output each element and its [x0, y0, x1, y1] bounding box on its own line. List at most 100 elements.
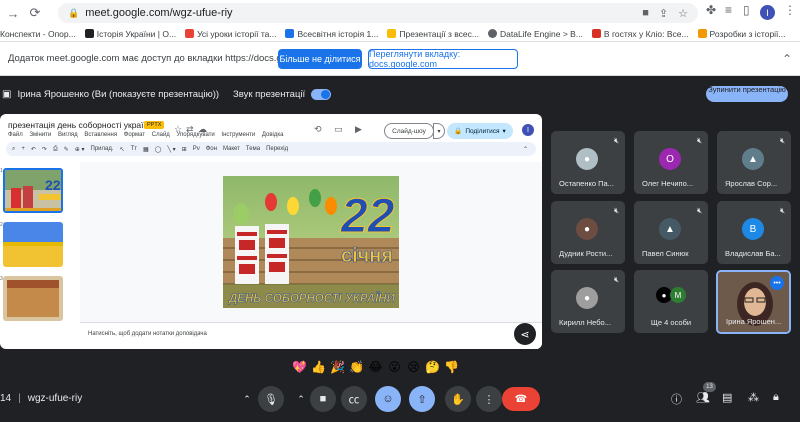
more-options-button[interactable]: ⋮ [476, 386, 502, 412]
activities-icon[interactable]: ⁂ [748, 391, 759, 404]
bookmark-item[interactable]: Історія України | О... [84, 29, 176, 39]
chat-icon[interactable]: ▤ [722, 391, 732, 404]
slides-share-button[interactable]: 🔒 Поділитися ▾ [447, 123, 513, 139]
zoom-icon[interactable]: ⊕ ▾ [75, 146, 85, 153]
bookmark-item[interactable]: В гостях у Кліо: Все... [591, 29, 689, 39]
slide-thumbnail-2[interactable] [3, 222, 63, 267]
participant-tile[interactable]: 🔇︎ O Олег Нечипо... [634, 131, 708, 194]
audio-options-icon[interactable]: ⌃ [240, 392, 254, 406]
line-icon[interactable]: ╲ ▾ [167, 146, 175, 153]
speaker-notes[interactable]: Натисніть, щоб додати нотатки доповідача [80, 322, 542, 349]
hide-bar-icon[interactable]: ⌃ [782, 52, 792, 66]
reaction-sad[interactable]: 😢 [404, 357, 423, 376]
menu-icon[interactable]: ⋮ [784, 3, 796, 17]
share-fab-icon[interactable]: ⋖ [514, 323, 536, 345]
menu-help[interactable]: Довідка [262, 132, 284, 138]
present-button[interactable]: ⇧ [409, 386, 435, 412]
comment-icon[interactable]: ⊞ [182, 146, 187, 153]
zoom-fit-label[interactable]: Прилад. [91, 146, 114, 152]
toolbar-collapse-icon[interactable]: ⌃ [523, 146, 528, 153]
microphone-button[interactable]: 🎙︎ [258, 386, 284, 412]
background-button[interactable]: Фон [206, 146, 217, 152]
participant-tile[interactable]: 🔇︎ ● Остапенко Па... [551, 131, 625, 194]
stop-sharing-button[interactable]: Більше не ділитися [278, 49, 362, 69]
share-page-icon[interactable]: ⇪ [659, 7, 668, 20]
media-icon[interactable]: ≡ [725, 3, 732, 17]
menu-slide[interactable]: Слайд [152, 132, 170, 138]
people-icon[interactable]: 👥︎ [696, 391, 710, 404]
extensions-icon[interactable]: ✤ [706, 3, 716, 17]
shape-icon[interactable]: ◯ [155, 146, 162, 153]
profile-avatar[interactable]: I [760, 5, 775, 20]
menu-format[interactable]: Формат [124, 132, 145, 138]
participant-tile[interactable]: 🔇︎ ● Кирилл Небо... [551, 270, 625, 333]
video-call-icon[interactable]: ▶ [355, 124, 362, 135]
bookmark-star-icon[interactable]: ☆ [678, 7, 688, 20]
participant-tile[interactable]: 🔇︎ ● Дудник Рости... [551, 201, 625, 264]
reaction-thumbs-down[interactable]: 👎 [442, 357, 461, 376]
comments-icon[interactable]: ▭ [334, 124, 343, 135]
bookmark-item[interactable]: Розробки з історії... [697, 29, 786, 39]
undo-icon[interactable]: ↶ [31, 146, 36, 153]
forward-icon[interactable]: → [2, 2, 24, 24]
menu-edit[interactable]: Змінити [29, 132, 51, 138]
side-panel-icon[interactable]: ▯ [743, 3, 750, 17]
lock-icon[interactable]: 🔒 [68, 8, 79, 19]
switch-to-tab-button[interactable]: Переглянути вкладку: docs.google.com [368, 49, 518, 69]
self-tile[interactable]: ••• Ірина Ярошен... [716, 270, 791, 334]
meeting-details-icon[interactable]: ⓘ [671, 391, 682, 407]
menu-insert[interactable]: Вставлення [84, 132, 117, 138]
image-icon[interactable]: ▦ [143, 146, 149, 153]
slideshow-dropdown-icon[interactable]: ▾ [433, 123, 445, 139]
format-options-icon[interactable]: Рν [193, 146, 200, 152]
menu-arrange[interactable]: Упорядкувати [176, 132, 214, 138]
participant-tile[interactable]: 🔇︎ ▲ Ярослав Сор... [717, 131, 791, 194]
participant-tile[interactable]: 🔇︎ B Владислав Ба... [717, 201, 791, 264]
slide-thumbnail-3[interactable] [3, 276, 63, 321]
theme-button[interactable]: Тема [246, 146, 260, 152]
select-icon[interactable]: ↖ [120, 146, 125, 153]
reaction-thumbs-up[interactable]: 👍 [309, 357, 328, 376]
menu-view[interactable]: Вигляд [58, 132, 78, 138]
menu-tools[interactable]: Інструменти [221, 132, 255, 138]
menu-file[interactable]: Файл [8, 132, 23, 138]
bookmark-item[interactable]: Всесвітня історія 1... [285, 29, 378, 39]
video-options-icon[interactable]: ⌃ [294, 392, 308, 406]
document-title[interactable]: презентація день соборності україни [8, 120, 153, 130]
current-slide[interactable]: 22 січня ДЕНЬ СОБОРНОСТІ УКРАЇНИ [223, 176, 399, 308]
raise-hand-button[interactable]: ✋ [445, 386, 471, 412]
reaction-clap[interactable]: 👏 [347, 357, 366, 376]
reload-icon[interactable]: ⟳ [24, 2, 46, 24]
slide-canvas[interactable]: 22 січня ДЕНЬ СОБОРНОСТІ УКРАЇНИ [80, 162, 542, 322]
reaction-thinking[interactable]: 🤔 [423, 357, 442, 376]
others-tile[interactable]: ● M Ще 4 особи [634, 270, 708, 333]
camera-button[interactable]: ■ [310, 386, 336, 412]
camera-indicator-icon[interactable]: ■ [642, 7, 649, 20]
participant-tile[interactable]: 🔇︎ ▲ Павел Синюк [634, 201, 708, 264]
leave-call-button[interactable]: ☎ [502, 387, 540, 411]
reaction-laugh[interactable]: 😂 [366, 357, 385, 376]
bookmark-item[interactable]: Конспекти - Опор... [0, 29, 76, 39]
new-slide-icon[interactable]: + [21, 146, 25, 152]
more-options-icon[interactable]: ••• [770, 276, 784, 290]
slideshow-button[interactable]: Слайд-шоу [384, 123, 434, 139]
reaction-surprised[interactable]: 😮 [385, 357, 404, 376]
transition-button[interactable]: Перехід [266, 146, 288, 152]
presentation-sound-toggle[interactable] [311, 88, 332, 100]
captions-button[interactable]: ㏄ [341, 386, 367, 412]
paint-format-icon[interactable]: ✎ [64, 146, 69, 153]
layout-button[interactable]: Макет [223, 146, 240, 152]
print-icon[interactable]: ⎙ [53, 146, 58, 153]
slide-thumbnail-1[interactable]: 22 [3, 168, 63, 213]
slides-user-avatar[interactable]: I [522, 124, 534, 136]
address-bar[interactable]: 🔒 meet.google.com/wgz-ufue-riy ■ ⇪ ☆ [58, 3, 698, 23]
bookmark-item[interactable]: Презентації з всес... [387, 29, 479, 39]
stop-presenting-button[interactable]: Зупинити презентацію [706, 86, 788, 102]
reaction-party[interactable]: 🎉 [328, 357, 347, 376]
host-controls-icon[interactable]: 🔒︎ [773, 391, 779, 404]
history-icon[interactable]: ⟲ [314, 124, 322, 135]
reactions-button[interactable]: ☺ [375, 386, 401, 412]
bookmark-item[interactable]: DataLife Engine > В... [487, 29, 583, 39]
search-menus-icon[interactable]: ⌕ [12, 146, 15, 153]
reaction-heart[interactable]: 💖 [290, 357, 309, 376]
